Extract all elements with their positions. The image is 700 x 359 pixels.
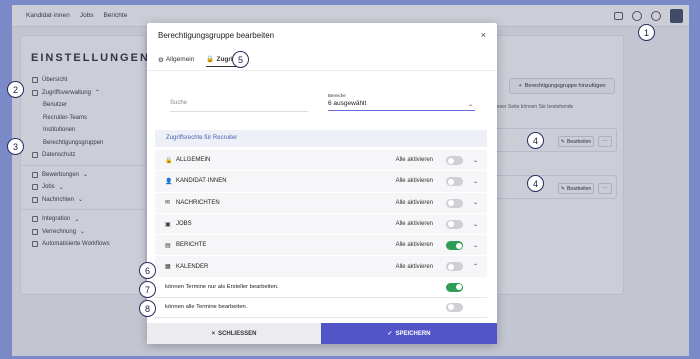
areas-select-label: Bereiche [328, 93, 346, 98]
tab-label: Allgemein [165, 56, 195, 63]
permission-toggle[interactable] [446, 282, 463, 292]
permission-row-label: ALLGEMEIN [176, 157, 211, 164]
permission-row-label: KALENDER [176, 263, 209, 270]
activate-all-toggle[interactable] [446, 177, 463, 187]
callout-marker: 5 [232, 51, 249, 68]
calendar-icon: ▦ [165, 264, 171, 271]
permission-row-label: NACHRICHTEN [176, 199, 220, 206]
permission-row-messages[interactable]: ✉ NACHRICHTEN Alle aktivieren ⌄ [155, 192, 487, 214]
dialog-footer: × SCHLIESSEN ✓ SPEICHERN [147, 323, 497, 344]
callout-marker: 6 [139, 262, 156, 279]
permission-row-label: BERICHTE [176, 242, 207, 249]
lock-icon: 🔒 [165, 157, 173, 164]
close-icon: × [211, 330, 216, 337]
save-button-label: SPEICHERN [395, 330, 431, 337]
chart-icon: ▤ [165, 242, 171, 249]
chevron-down-icon: ⌄ [467, 102, 473, 108]
permission-row-candidates[interactable]: 👤 KANDIDAT·INNEN Alle aktivieren ⌄ [155, 171, 487, 193]
chevron-down-icon[interactable]: ⌄ [473, 199, 478, 206]
dialog-title: Berechtigungsgruppe bearbeiten [158, 31, 275, 40]
permission-sub-label: können alle Termine bearbeiten. [165, 304, 248, 311]
activate-all-label: Alle aktivieren [395, 157, 433, 164]
activate-all-toggle[interactable] [446, 241, 463, 251]
tab-general[interactable]: ⚙ Allgemein [158, 55, 194, 67]
chevron-down-icon[interactable]: ⌄ [473, 157, 478, 164]
chevron-down-icon[interactable]: ⌄ [473, 242, 478, 249]
activate-all-label: Alle aktivieren [395, 242, 433, 249]
activate-all-toggle[interactable] [446, 156, 463, 165]
permission-toggle[interactable] [446, 302, 463, 312]
close-button-label: SCHLIESSEN [218, 330, 257, 337]
permission-row-jobs[interactable]: ▣ JOBS Alle aktivieren ⌄ [155, 213, 487, 236]
close-button[interactable]: × SCHLIESSEN [147, 323, 321, 344]
permission-row-label: KANDIDAT·INNEN [176, 178, 227, 185]
lock-icon: 🔒 [206, 56, 215, 63]
permission-row-calendar[interactable]: ▦ KALENDER Alle aktivieren ⌃ [155, 256, 487, 278]
callout-marker: 4 [527, 175, 544, 192]
chevron-up-icon[interactable]: ⌃ [473, 263, 478, 270]
permission-sub-label: können Termine nur als Ersteller bearbei… [165, 284, 279, 291]
chevron-down-icon[interactable]: ⌄ [473, 221, 478, 228]
activate-all-label: Alle aktivieren [395, 178, 433, 185]
activate-all-toggle[interactable] [446, 262, 463, 272]
person-icon: 👤 [165, 178, 173, 185]
calendar-permission-all-appointments: können alle Termine bearbeiten. [155, 297, 487, 318]
activate-all-label: Alle aktivieren [395, 221, 433, 228]
calendar-permission-own-appointments: können Termine nur als Ersteller bearbei… [155, 277, 487, 298]
section-header: Zugriffsrechte für Recruiter [155, 130, 487, 147]
callout-marker: 7 [139, 281, 156, 298]
tabs-divider [147, 70, 497, 71]
areas-select-value: 6 ausgewählt [328, 100, 367, 107]
activate-all-label: Alle aktivieren [395, 199, 433, 206]
areas-select[interactable]: Bereiche 6 ausgewählt ⌄ [328, 93, 475, 111]
permission-row-reports[interactable]: ▤ BERICHTE Alle aktivieren ⌄ [155, 235, 487, 257]
search-input[interactable]: Suche [170, 98, 308, 112]
chevron-down-icon[interactable]: ⌄ [473, 178, 478, 185]
callout-marker: 4 [527, 132, 544, 149]
check-icon: ✓ [387, 331, 393, 337]
activate-all-toggle[interactable] [446, 219, 463, 229]
permission-rows: 🔒 ALLGEMEIN Alle aktivieren ⌄ 👤 KANDIDAT… [155, 150, 487, 318]
close-icon[interactable]: × [481, 30, 486, 40]
callout-marker: 1 [638, 24, 655, 41]
dialog-tabs: ⚙ Allgemein 🔒 Zugriff [158, 55, 238, 67]
callout-marker: 8 [139, 300, 156, 317]
save-button[interactable]: ✓ SPEICHERN [321, 323, 497, 344]
gear-icon: ⚙ [158, 56, 164, 64]
permission-row-general[interactable]: 🔒 ALLGEMEIN Alle aktivieren ⌄ [155, 150, 487, 172]
briefcase-icon: ▣ [165, 221, 171, 228]
permission-row-label: JOBS [176, 221, 192, 228]
activate-all-label: Alle aktivieren [395, 263, 433, 270]
edit-permission-group-dialog: Berechtigungsgruppe bearbeiten × ⚙ Allgem… [147, 23, 497, 344]
activate-all-toggle[interactable] [446, 198, 463, 208]
callout-marker: 3 [7, 138, 24, 155]
callout-marker: 2 [7, 81, 24, 98]
mail-icon: ✉ [165, 200, 171, 207]
